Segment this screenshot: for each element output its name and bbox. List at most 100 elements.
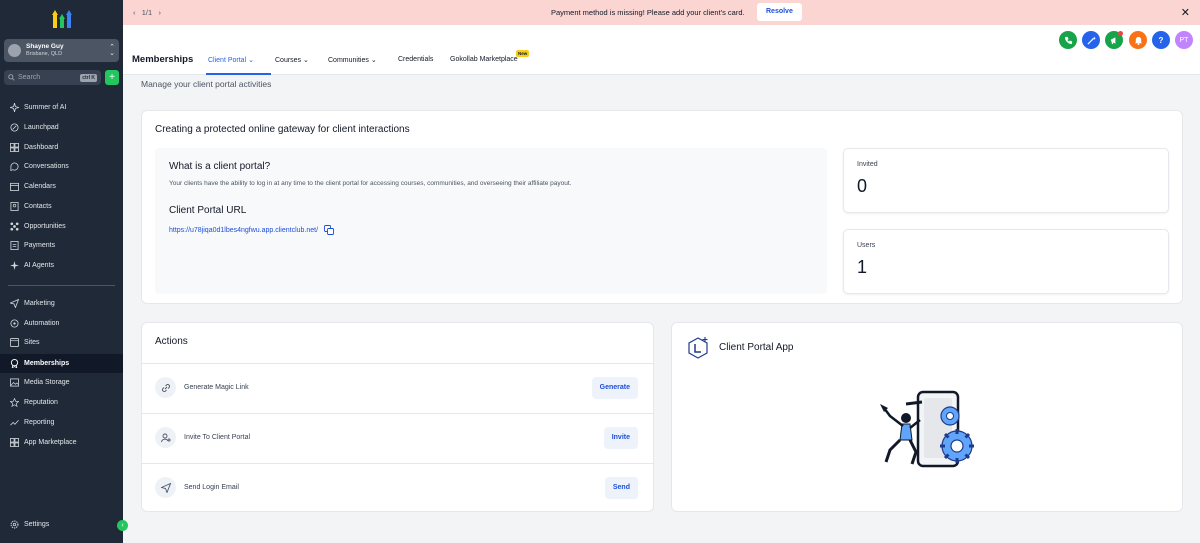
invited-stat: Invited 0 — [843, 148, 1169, 213]
link-icon — [155, 377, 176, 398]
sidebar-item-reporting[interactable]: Reporting — [0, 413, 123, 432]
search-input[interactable]: Search ctrl K — [4, 70, 101, 85]
sidebar-item-automation[interactable]: Automation — [0, 314, 123, 333]
copy-icon[interactable] — [324, 225, 335, 235]
opportunities-icon — [9, 222, 19, 232]
collapse-sidebar-button[interactable]: ‹ — [117, 520, 128, 531]
account-avatar — [8, 44, 21, 57]
new-badge: New — [516, 50, 530, 57]
magic-wand-icon[interactable] — [1082, 31, 1100, 49]
tab-label: Courses — [275, 57, 302, 64]
sidebar-item-label: Automation — [24, 320, 60, 327]
megaphone-icon[interactable] — [1105, 31, 1123, 49]
switch-chevron-icon: ⌃ ⌄ — [109, 43, 115, 57]
sidebar-divider — [8, 285, 115, 286]
banner-pager: ‹ 1/1 › — [133, 8, 161, 17]
sidebar-item-conversations[interactable]: Conversations — [0, 157, 123, 176]
sidebar-item-label: Sites — [24, 339, 40, 346]
prev-icon[interactable]: ‹ — [133, 8, 136, 17]
action-row-invite: Invite To Client Portal Invite — [142, 413, 653, 463]
sidebar-item-dashboard[interactable]: Dashboard — [0, 138, 123, 157]
phone-icon[interactable] — [1059, 31, 1077, 49]
search-placeholder: Search — [18, 74, 41, 81]
sidebar-item-ai-agents[interactable]: AI Agents — [0, 256, 123, 275]
close-icon[interactable]: ✕ — [1181, 6, 1190, 19]
actions-title: Actions — [155, 336, 188, 347]
help-icon[interactable]: ? — [1152, 31, 1170, 49]
tab-gokollab-marketplace[interactable]: Gokollab Marketplace — [450, 56, 518, 63]
sidebar-item-label: Contacts — [24, 203, 52, 210]
url-title: Client Portal URL — [169, 205, 247, 216]
bell-icon[interactable] — [1129, 31, 1147, 49]
tab-courses[interactable]: Courses ⌄ — [275, 56, 309, 64]
generate-button[interactable]: Generate — [591, 377, 638, 399]
tab-label: Gokollab Marketplace — [450, 56, 518, 63]
sidebar-item-label: App Marketplace — [24, 439, 77, 446]
action-label: Generate Magic Link — [184, 384, 249, 391]
logo-icon — [52, 10, 72, 28]
sidebar-item-label: Conversations — [24, 163, 69, 170]
sidebar-item-label: Media Storage — [24, 379, 70, 386]
resolve-button[interactable]: Resolve — [757, 3, 802, 21]
sidebar-item-label: AI Agents — [24, 262, 54, 269]
sidebar: Shayne Guy Brisbane, QLD ⌃ ⌄ Search ctrl … — [0, 0, 128, 543]
what-title: What is a client portal? — [169, 161, 271, 172]
tab-credentials[interactable]: Credentials — [398, 56, 433, 63]
sidebar-item-memberships[interactable]: Memberships — [0, 354, 123, 373]
sidebar-item-label: Launchpad — [24, 124, 59, 131]
tab-label: Client Portal — [208, 57, 247, 64]
action-row-login-email: Send Login Email Send — [142, 463, 653, 513]
rocket-icon — [9, 123, 19, 133]
app-icon — [688, 337, 708, 359]
sidebar-item-settings[interactable]: Settings — [0, 515, 123, 534]
page-title: Memberships — [132, 54, 194, 65]
tab-communities[interactable]: Communities ⌄ — [328, 56, 377, 64]
gear-icon — [9, 520, 19, 530]
portal-url-text[interactable]: https://u78jiqa0d1lbes4ngfwu.app.clientc… — [169, 227, 318, 234]
quick-add-button[interactable]: + — [105, 70, 119, 85]
sidebar-item-payments[interactable]: Payments — [0, 236, 123, 255]
sidebar-item-reputation[interactable]: Reputation — [0, 393, 123, 412]
send-button[interactable]: Send — [604, 477, 638, 499]
chevron-down-icon: ⌄ — [370, 57, 377, 64]
chat-icon — [9, 162, 19, 172]
tab-label: Credentials — [398, 56, 434, 63]
sidebar-item-label: Marketing — [24, 300, 55, 307]
sidebar-item-label: Calendars — [24, 183, 56, 190]
payments-icon — [9, 241, 19, 251]
sidebar-item-label: Memberships — [24, 360, 70, 367]
gateway-title: Creating a protected online gateway for … — [155, 124, 410, 135]
chart-icon — [9, 418, 19, 428]
sidebar-item-calendars[interactable]: Calendars — [0, 177, 123, 196]
sidebar-item-summer-of-ai[interactable]: Summer of AI — [0, 98, 123, 117]
user-avatar[interactable]: PT — [1175, 31, 1193, 49]
sidebar-item-label: Payments — [24, 242, 56, 249]
sidebar-item-contacts[interactable]: Contacts — [0, 197, 123, 216]
sidebar-item-sites[interactable]: Sites — [0, 333, 123, 352]
dashboard-icon — [9, 143, 19, 153]
calendar-icon — [9, 182, 19, 192]
next-icon[interactable]: › — [158, 8, 161, 17]
notification-dot — [1118, 31, 1123, 36]
portal-url[interactable]: https://u78jiqa0d1lbes4ngfwu.app.clientc… — [169, 225, 335, 235]
sidebar-item-opportunities[interactable]: Opportunities — [0, 217, 123, 236]
tab-client-portal[interactable]: Client Portal ⌄ — [208, 56, 254, 64]
stat-value: 1 — [857, 257, 868, 277]
sidebar-item-marketing[interactable]: Marketing — [0, 294, 123, 313]
sidebar-item-label: Dashboard — [24, 144, 59, 151]
sidebar-item-app-marketplace[interactable]: App Marketplace — [0, 433, 123, 452]
add-user-icon — [155, 427, 176, 448]
send-icon — [155, 477, 176, 498]
client-portal-card: Creating a protected online gateway for … — [141, 110, 1183, 304]
account-switcher[interactable]: Shayne Guy Brisbane, QLD ⌃ ⌄ — [4, 39, 119, 62]
action-row-magic-link: Generate Magic Link Generate — [142, 363, 653, 413]
banner-message: Payment method is missing! Please add yo… — [551, 8, 745, 17]
users-stat: Users 1 — [843, 229, 1169, 294]
sidebar-item-media-storage[interactable]: Media Storage — [0, 373, 123, 392]
contacts-icon — [9, 202, 19, 212]
sidebar-item-launchpad[interactable]: Launchpad — [0, 118, 123, 137]
phone-gears-illustration-icon — [880, 390, 974, 468]
client-portal-info: What is a client portal? Your clients ha… — [155, 148, 827, 294]
invite-button[interactable]: Invite — [603, 427, 638, 449]
sidebar-item-label: Reporting — [24, 419, 55, 426]
